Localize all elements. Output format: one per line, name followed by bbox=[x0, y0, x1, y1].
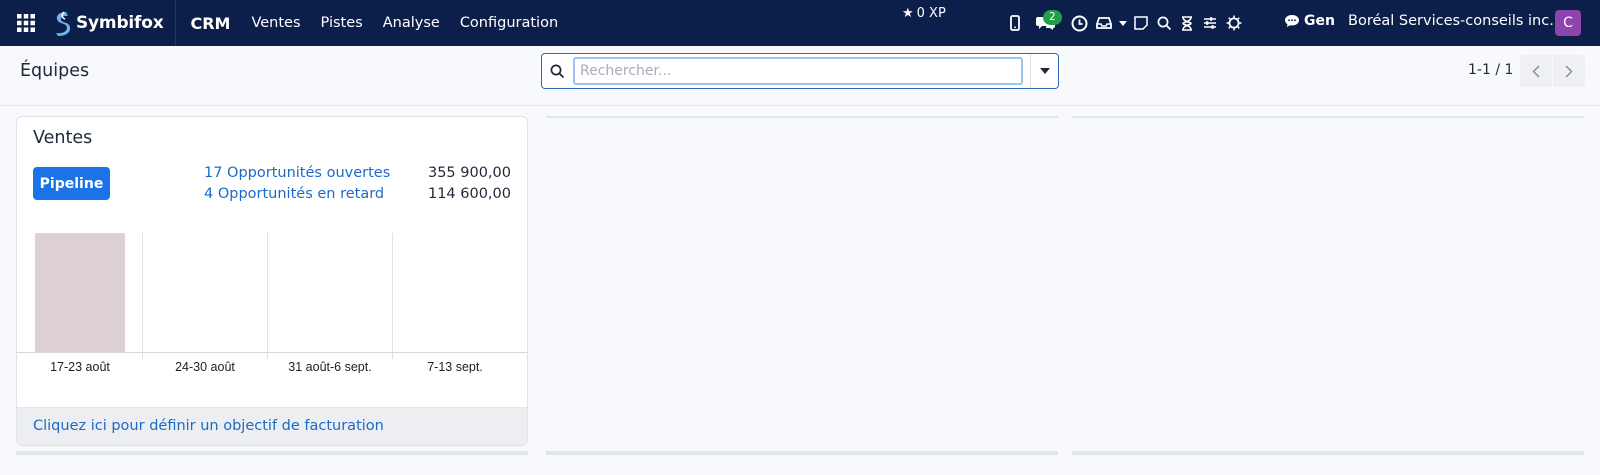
inbox-icon[interactable] bbox=[1092, 0, 1116, 46]
team-card[interactable]: Ventes Pipeline 17 Opportunités ouvertes… bbox=[16, 116, 528, 446]
menu-item-pistes[interactable]: Pistes bbox=[321, 15, 363, 31]
apps-grid-icon[interactable] bbox=[0, 0, 52, 46]
caret-down-icon[interactable] bbox=[1116, 0, 1130, 46]
main-menu: CRM Ventes Pistes Analyse Configuration bbox=[176, 0, 578, 46]
late-opportunities-link[interactable]: 4 Opportunités en retard bbox=[204, 186, 384, 202]
pager-previous-button[interactable] bbox=[1520, 55, 1552, 87]
search-icon[interactable] bbox=[1152, 0, 1176, 46]
avatar-letter: C bbox=[1563, 15, 1573, 31]
ghost-column-top bbox=[1072, 116, 1584, 118]
menu-item-analyse[interactable]: Analyse bbox=[383, 15, 440, 31]
x-tick-label: 17-23 août bbox=[50, 360, 110, 373]
xp-label: 0 XP bbox=[916, 6, 946, 21]
caret-down-icon bbox=[1039, 68, 1050, 74]
set-invoicing-target-link[interactable]: Cliquez ici pour définir un objectif de … bbox=[33, 418, 384, 434]
control-panel: Équipes 1-1 / 1 bbox=[0, 46, 1600, 106]
chevron-left-icon bbox=[1532, 64, 1540, 78]
chat-badge: 2 bbox=[1043, 10, 1062, 25]
xp-indicator[interactable]: ★ 0 XP bbox=[902, 6, 946, 21]
open-opportunities-value: 355 900,00 bbox=[427, 165, 511, 181]
menu-item-ventes[interactable]: Ventes bbox=[251, 15, 300, 31]
menu-app-crm[interactable]: CRM bbox=[190, 14, 230, 33]
ghost-column-top bbox=[546, 116, 1058, 118]
late-opportunities-value: 114 600,00 bbox=[427, 186, 511, 202]
search-bar bbox=[541, 53, 1059, 89]
gen-label: Gen bbox=[1304, 13, 1335, 29]
x-tick-label: 24-30 août bbox=[175, 360, 235, 373]
open-opportunities-link[interactable]: 17 Opportunités ouvertes bbox=[204, 165, 390, 181]
search-options-toggle[interactable] bbox=[1030, 54, 1058, 88]
note-icon[interactable] bbox=[1130, 0, 1152, 46]
ghost-column-bottom bbox=[546, 451, 1058, 455]
chart-bar[interactable] bbox=[35, 233, 125, 352]
avatar[interactable]: C bbox=[1555, 10, 1581, 36]
ghost-column-bottom bbox=[16, 451, 528, 455]
company-switcher[interactable]: Boréal Services-conseils inc. bbox=[1348, 13, 1554, 29]
top-navbar: Symbifox CRM Ventes Pistes Analyse Confi… bbox=[0, 0, 1600, 46]
search-input[interactable] bbox=[573, 57, 1023, 85]
x-tick-label: 7-13 sept. bbox=[427, 360, 483, 373]
pager-value[interactable]: 1-1 / 1 bbox=[1468, 62, 1513, 78]
menu-item-configuration[interactable]: Configuration bbox=[460, 15, 558, 31]
search-icon[interactable] bbox=[542, 54, 572, 88]
mobile-icon[interactable] bbox=[1004, 0, 1026, 46]
team-name: Ventes bbox=[33, 128, 93, 148]
brand[interactable]: Symbifox bbox=[52, 0, 177, 46]
brand-logo-icon bbox=[56, 11, 71, 36]
brand-name: Symbifox bbox=[76, 13, 164, 33]
sun-icon[interactable] bbox=[1222, 0, 1246, 46]
hourglass-icon[interactable] bbox=[1176, 0, 1198, 46]
pipeline-button[interactable]: Pipeline bbox=[33, 167, 110, 200]
sliders-icon[interactable] bbox=[1198, 0, 1222, 46]
pager-next-button[interactable] bbox=[1553, 55, 1585, 87]
gen-button[interactable]: Gen bbox=[1284, 13, 1335, 29]
star-icon: ★ bbox=[902, 6, 914, 21]
systray bbox=[1004, 0, 1246, 46]
speech-bubble-icon bbox=[1285, 15, 1299, 27]
ghost-column-bottom bbox=[1072, 451, 1584, 455]
card-footer: Cliquez ici pour définir un objectif de … bbox=[17, 407, 527, 445]
x-tick-label: 31 août-6 sept. bbox=[288, 360, 371, 373]
page-title: Équipes bbox=[20, 61, 90, 81]
team-graph[interactable]: 17-23 août 24-30 août 31 août-6 sept. 7-13 … bbox=[17, 233, 528, 373]
clock-icon[interactable] bbox=[1066, 0, 1092, 46]
chevron-right-icon bbox=[1565, 64, 1573, 78]
